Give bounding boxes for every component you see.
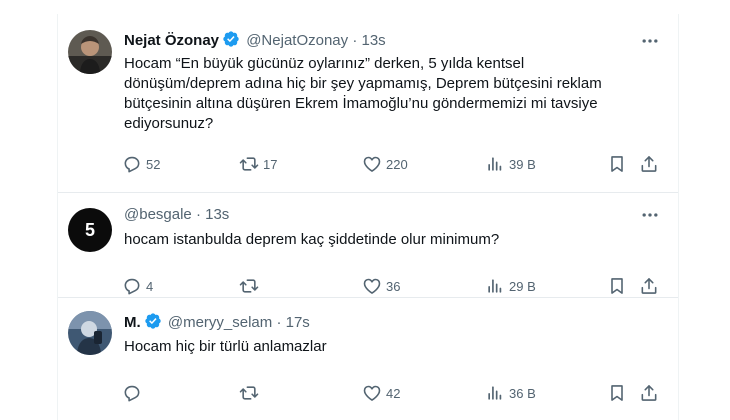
bookmark-icon [607, 276, 627, 296]
views-icon [485, 383, 505, 403]
like-icon [362, 383, 382, 403]
reply-count: 52 [146, 156, 161, 172]
retweet-icon [239, 383, 259, 403]
tweet[interactable]: 5 @besgale · 13s hocam istanbulda deprem… [58, 192, 678, 298]
avatar-photo-icon [68, 30, 112, 74]
like-button[interactable]: 42 [362, 382, 400, 404]
share-icon [639, 276, 659, 296]
like-button[interactable]: 36 [362, 275, 400, 297]
retweet-icon [239, 276, 259, 296]
share-icon [639, 154, 659, 174]
separator-dot: · [276, 314, 282, 331]
like-count: 42 [386, 385, 401, 401]
reply-button[interactable]: 52 [122, 153, 160, 175]
display-name[interactable]: Nejat Özonay [124, 32, 219, 49]
like-button[interactable]: 220 [362, 153, 408, 175]
tweet-text: Hocam “En büyük gücünüz oylarınız” derke… [124, 55, 602, 132]
avatar[interactable] [68, 30, 112, 74]
bookmark-icon [607, 154, 627, 174]
reply-icon [122, 154, 142, 174]
tweet-header: M. @meryy_selam · 17s [124, 312, 310, 332]
avatar[interactable]: 5 [68, 208, 112, 252]
tweet-actions: 42 36 B [122, 382, 662, 404]
view-count: 29 B [509, 278, 536, 294]
user-handle[interactable]: @besgale [124, 206, 192, 223]
retweet-count: 17 [263, 156, 278, 172]
avatar-letter: 5 [84, 219, 95, 240]
retweet-button[interactable] [239, 275, 263, 297]
views-button[interactable]: 39 B [485, 153, 536, 175]
like-count: 36 [386, 278, 401, 294]
separator-dot: · [195, 206, 201, 223]
retweet-button[interactable] [239, 382, 263, 404]
like-icon [362, 276, 382, 296]
views-icon [485, 154, 505, 174]
reply-icon [122, 383, 142, 403]
user-handle[interactable]: @NejatOzonay [246, 32, 348, 49]
avatar-photo-icon [68, 311, 112, 355]
display-name[interactable]: M. [124, 314, 141, 331]
verified-badge-icon [144, 312, 162, 330]
retweet-icon [239, 154, 259, 174]
like-icon [362, 154, 382, 174]
bookmark-icon [607, 383, 627, 403]
tweet-text: hocam istanbulda deprem kaç şiddetinde o… [124, 231, 500, 248]
views-button[interactable]: 29 B [485, 275, 536, 297]
reply-icon [122, 276, 142, 296]
reply-count: 4 [146, 278, 154, 294]
share-button[interactable] [639, 275, 659, 297]
tweet-header: Nejat Özonay @NejatOzonay · 13s [124, 30, 386, 50]
share-button[interactable] [639, 382, 659, 404]
tweet-text: Hocam hiç bir türlü anlamazlar [124, 338, 327, 355]
views-button[interactable]: 36 B [485, 382, 536, 404]
view-count: 39 B [509, 156, 536, 172]
bookmark-button[interactable] [607, 275, 627, 297]
timestamp[interactable]: 17s [286, 314, 310, 331]
bookmark-button[interactable] [607, 153, 627, 175]
view-count: 36 B [509, 385, 536, 401]
timestamp[interactable]: 13s [362, 32, 386, 49]
verified-badge-icon [222, 30, 240, 48]
tweet-actions: 52 17 220 39 B [122, 153, 662, 175]
more-icon[interactable] [640, 31, 660, 51]
tweet-actions: 4 36 29 B [122, 275, 662, 297]
reply-button[interactable]: 4 [122, 275, 153, 297]
timestamp[interactable]: 13s [205, 206, 229, 223]
bookmark-button[interactable] [607, 382, 627, 404]
tweet-feed: Nejat Özonay @NejatOzonay · 13s Hocam “E… [57, 14, 679, 420]
separator-dot: · [352, 32, 358, 49]
share-icon [639, 383, 659, 403]
share-button[interactable] [639, 153, 659, 175]
reply-button[interactable] [122, 382, 146, 404]
avatar[interactable] [68, 311, 112, 355]
tweet[interactable]: Nejat Özonay @NejatOzonay · 13s Hocam “E… [58, 14, 678, 193]
like-count: 220 [386, 156, 408, 172]
tweet[interactable]: M. @meryy_selam · 17s Hocam hiç bir türl… [58, 297, 678, 420]
more-icon[interactable] [640, 205, 660, 225]
retweet-button[interactable]: 17 [239, 153, 277, 175]
tweet-header: @besgale · 13s [124, 205, 229, 225]
user-handle[interactable]: @meryy_selam [168, 314, 272, 331]
views-icon [485, 276, 505, 296]
